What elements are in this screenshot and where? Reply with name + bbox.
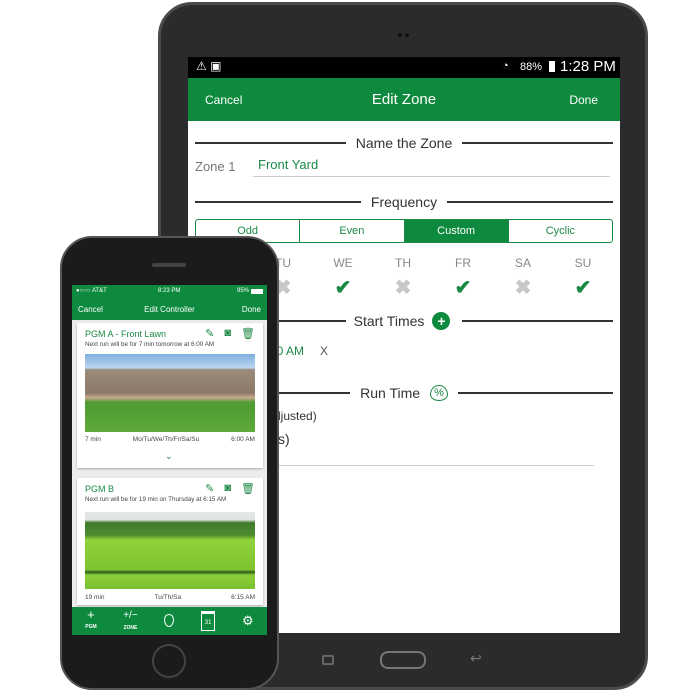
tab-settings[interactable]: ⚙ (242, 613, 254, 628)
section-title: Start Times (353, 313, 425, 329)
program-days: Mo/Tu/We/Th/Fr/Sa/Su (132, 436, 200, 443)
zone-name-input[interactable]: Front Yard (253, 157, 610, 177)
water-percent-icon[interactable]: % (430, 385, 448, 401)
day-label: WE (333, 256, 353, 270)
bottom-tab-bar: + PGM +/− ZONE 31 ⚙ (72, 607, 267, 635)
program-time: 6:00 AM (231, 436, 255, 443)
program-title: PGM B (85, 484, 115, 494)
battery-icon (251, 289, 263, 294)
program-card[interactable]: PGM B ✎ ◙ 🗑 Next run will be for 19 min on… (77, 478, 263, 605)
program-subtitle: Next run will be for 7 min tomorrow at 6… (85, 341, 215, 348)
tablet-camera (398, 24, 410, 37)
day-label: FR (455, 256, 471, 270)
run-time-value: s) (278, 431, 290, 447)
phone-status-bar: ●○○○ AT&T 8:23 PM 95% (72, 285, 267, 298)
section-title: Run Time (360, 385, 421, 401)
divider (278, 465, 594, 466)
done-button[interactable]: Done (569, 93, 598, 107)
phone-home-button[interactable] (152, 644, 186, 678)
run-time-note: ljusted) (278, 409, 317, 423)
day-label: SU (574, 256, 592, 270)
camera-icon[interactable]: ◙ (224, 482, 231, 495)
page-title: Edit Controller (144, 305, 195, 314)
warning-icon: ⚠ ▣ (196, 59, 222, 73)
cross-icon: ✖ (514, 277, 532, 299)
remove-start-time-button[interactable]: X (320, 344, 328, 358)
battery-percent: 88% (520, 61, 543, 73)
page-title: Edit Zone (371, 91, 437, 108)
name-zone-section: Name the Zone (195, 135, 613, 151)
trash-icon[interactable]: 🗑 (241, 327, 255, 340)
program-time: 6:15 AM (231, 594, 255, 601)
day-toggle[interactable]: TH ✖ (373, 256, 433, 300)
camera-icon[interactable]: ◙ (224, 327, 231, 340)
plus-minus-icon: +/− (123, 610, 138, 621)
day-selector: TU ✖ WE ✔ TH ✖ FR ✔ SA ✖ SU ✔ (253, 256, 613, 300)
program-duration: 19 min (85, 594, 105, 601)
edit-pencil-icon[interactable]: ✎ (205, 327, 214, 340)
tab-add-program[interactable]: + PGM (85, 607, 97, 633)
tab-add-zone[interactable]: +/− ZONE (123, 608, 137, 634)
expand-chevron-icon[interactable]: ⌄ (165, 451, 173, 462)
frequency-section: Frequency (195, 194, 613, 210)
check-icon: ✔ (574, 277, 592, 299)
section-title: Frequency (370, 194, 438, 210)
zone-label: Zone 1 (195, 159, 236, 174)
recent-apps-button[interactable] (322, 655, 334, 665)
day-toggle[interactable]: FR ✔ (433, 256, 493, 300)
frequency-cyclic[interactable]: Cyclic (509, 220, 612, 242)
edit-pencil-icon[interactable]: ✎ (205, 482, 214, 495)
battery-icon (549, 61, 555, 72)
tab-water[interactable] (164, 613, 175, 629)
phone-clock: 8:23 PM (158, 288, 181, 294)
tab-label: PGM (85, 624, 97, 630)
header: Cancel Edit Zone Done (188, 78, 620, 121)
back-button[interactable]: ↩ (470, 650, 482, 667)
home-button[interactable] (380, 651, 426, 669)
program-days: Tu/Th/Sa (154, 594, 182, 601)
check-icon: ✔ (334, 277, 352, 299)
program-duration: 7 min (85, 436, 101, 443)
phone-screen: ●○○○ AT&T 8:23 PM 95% Cancel Edit Contro… (72, 285, 267, 635)
gears-icon: ⚙ (242, 613, 254, 628)
water-drop-icon (164, 613, 175, 627)
day-toggle[interactable]: SU ✔ (553, 256, 613, 300)
status-bar: ⚠ ▣ ◔ 88% 1:28 PM (188, 57, 620, 78)
front-lawn-photo (85, 354, 255, 432)
add-start-time-icon[interactable]: + (432, 312, 451, 330)
clock: 1:28 PM (560, 58, 616, 75)
cross-icon: ✖ (394, 277, 412, 299)
program-title: PGM A - Front Lawn (85, 329, 167, 339)
section-title: Name the Zone (355, 135, 453, 151)
wifi-icon: ◔ (502, 60, 509, 72)
day-toggle[interactable]: WE ✔ (313, 256, 373, 300)
program-subtitle: Next run will be for 19 min on Thursday … (85, 496, 227, 503)
check-icon: ✔ (454, 277, 472, 299)
phone-header: Cancel Edit Controller Done (72, 298, 267, 320)
day-label: SA (514, 256, 531, 270)
frequency-custom[interactable]: Custom (404, 220, 509, 242)
phone-speaker (152, 263, 186, 267)
carrier: AT&T (91, 288, 107, 294)
trash-icon[interactable]: 🗑 (241, 482, 255, 495)
program-card[interactable]: PGM A - Front Lawn ✎ ◙ 🗑 Next run will be … (77, 323, 263, 468)
tab-label: ZONE (123, 625, 138, 631)
day-label: TH (395, 256, 411, 270)
calendar-icon: 31 (200, 611, 216, 631)
phone-battery: 95% (236, 288, 249, 294)
tab-calendar[interactable]: 31 (200, 611, 216, 631)
plus-icon: + (87, 607, 95, 622)
day-toggle[interactable]: SA ✖ (493, 256, 553, 300)
frequency-even[interactable]: Even (300, 220, 405, 242)
done-button[interactable]: Done (242, 305, 261, 314)
golf-course-photo (85, 512, 255, 589)
